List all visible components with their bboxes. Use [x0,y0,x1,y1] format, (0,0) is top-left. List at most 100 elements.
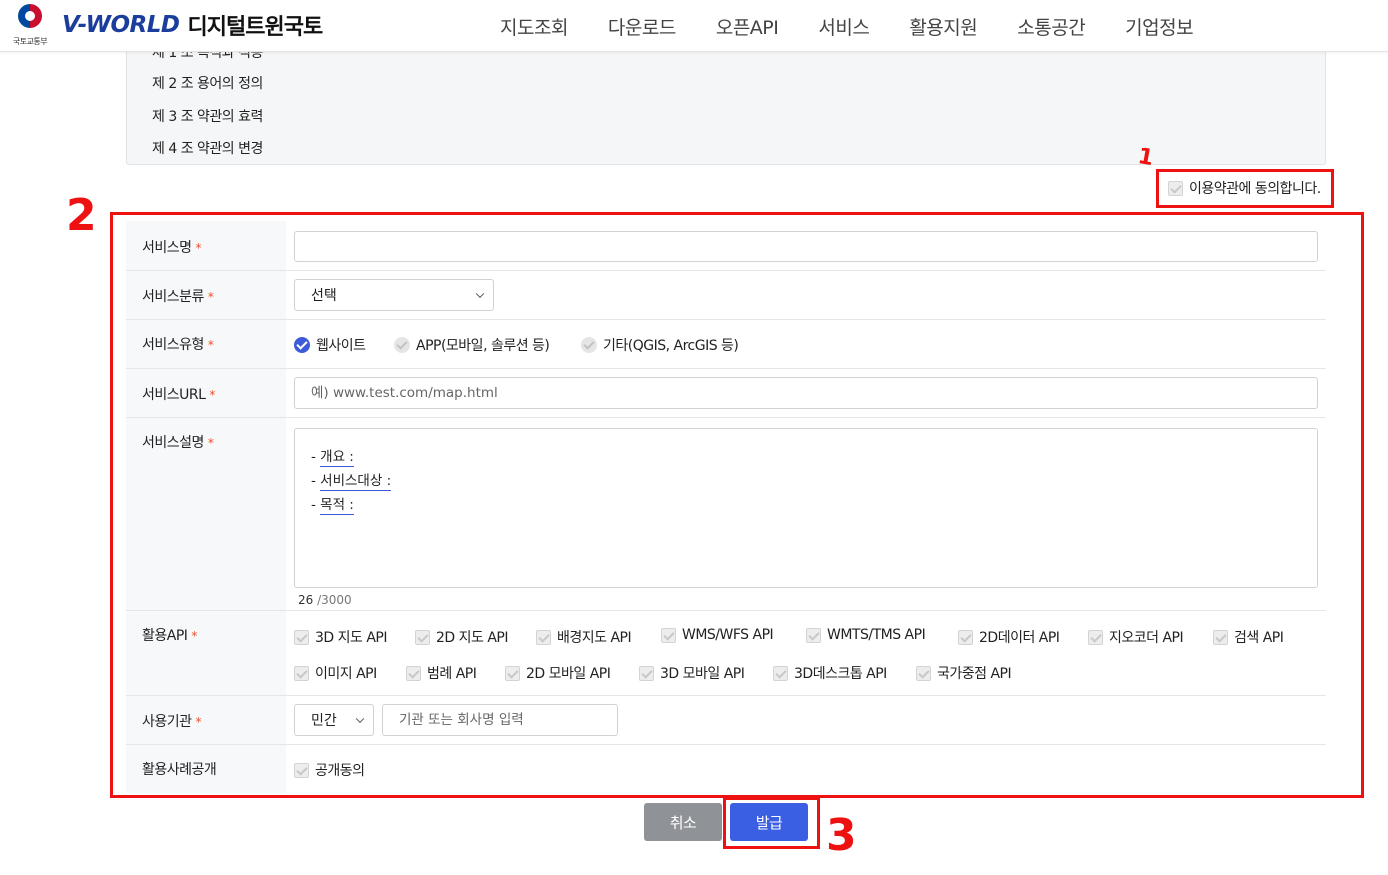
nav-community[interactable]: 소통공간 [1017,13,1085,40]
nav-download[interactable]: 다운로드 [608,13,676,40]
service-url-input[interactable] [294,377,1318,409]
radio-website[interactable]: 웹사이트 [294,335,366,355]
radio-checked-icon[interactable] [294,337,310,353]
checkbox-icon[interactable] [1088,629,1103,645]
terms-item: 제 4 조 약관의 변경 [152,141,263,157]
api-checkbox[interactable]: 2D 지도 API [415,627,509,647]
checkbox-icon[interactable] [415,629,430,645]
row-label: 서비스명 * [126,221,286,270]
checkbox-icon[interactable] [294,762,309,778]
organization-type-select[interactable]: 민간 [294,704,374,736]
radio-app[interactable]: APP(모바일, 솔루션 등) [394,335,550,355]
checkbox-icon[interactable] [639,665,654,681]
api-checkbox[interactable]: 3D 지도 API [294,627,388,647]
row-organization: 사용기관 * 민간 [126,696,1326,745]
api-checkbox[interactable]: WMTS/TMS API [806,627,926,643]
api-checkbox[interactable]: 2D 모바일 API [505,663,611,683]
checkbox-icon[interactable] [505,665,520,681]
radio-label: APP(모바일, 솔루션 등) [416,338,550,354]
api-checkbox[interactable]: 이미지 API [294,663,377,683]
service-type-label: 서비스유형 [142,337,204,353]
issue-button[interactable]: 발급 [730,803,808,841]
desc-line: - 개요 : [311,449,354,467]
taegeuk-emblem-icon [18,4,42,28]
required-mark: * [195,715,202,729]
row-apis: 활용API * 3D 지도 API 2D 지도 API 배경지도 API WMS/… [126,611,1326,696]
checkbox-icon[interactable] [536,629,551,645]
checkbox-icon[interactable] [661,627,676,643]
annotation-number-1: 1 [1135,143,1156,172]
terms-item: 제 2 조 용어의 정의 [152,76,263,92]
terms-item: 제 3 조 약관의 효력 [152,109,263,125]
row-case-public: 활용사례공개 공개동의 [126,745,1326,793]
required-mark: * [207,436,214,450]
gov-label: 국토교통부 [12,37,48,46]
chevron-down-icon [355,714,365,724]
apis-label: 활용API [142,628,188,644]
checkbox-icon[interactable] [294,629,309,645]
checkbox-icon[interactable] [406,665,421,681]
checkbox-icon[interactable] [916,665,931,681]
chevron-down-icon [475,289,485,299]
organization-name-input[interactable] [382,704,618,736]
checkbox-icon[interactable] [958,629,973,645]
api-checkbox[interactable]: 검색 API [1213,627,1284,647]
required-mark: * [207,290,214,304]
case-public-label: 활용사례공개 [142,762,217,778]
nav-support[interactable]: 활용지원 [909,13,977,40]
annotation-number-3: 3 [826,810,857,861]
api-checkbox[interactable]: 국가중점 API [916,663,1012,683]
radio-unchecked-icon[interactable] [581,337,597,353]
desc-line: - 서비스대상 : [311,473,392,491]
service-category-value: 선택 [311,288,337,304]
api-checkbox[interactable]: 범례 API [406,663,477,683]
row-service-name: 서비스명 * [126,221,1326,271]
brand-logo[interactable]: V-WORLD 디지털트윈국토 [62,10,324,40]
api-checkbox[interactable]: 배경지도 API [536,627,632,647]
agree-terms-label: 이용약관에 동의합니다. [1189,181,1321,197]
api-checkbox[interactable]: 지오코더 API [1088,627,1184,647]
agree-terms-checkbox[interactable]: 이용약관에 동의합니다. [1168,179,1321,197]
row-service-type: 서비스유형 * 웹사이트 APP(모바일, 솔루션 등) 기타(QGIS, Arc… [126,320,1326,369]
service-desc-label: 서비스설명 [142,435,204,451]
site-header: 국토교통부 V-WORLD 디지털트윈국토 지도조회 다운로드 오픈API 서비… [0,0,1388,52]
row-label: 활용사례공개 [126,745,286,793]
service-name-label: 서비스명 [142,240,192,256]
checkbox-icon[interactable] [294,665,309,681]
row-label: 서비스URL * [126,369,286,417]
api-checkbox[interactable]: 3D 모바일 API [639,663,745,683]
nav-company[interactable]: 기업정보 [1125,13,1193,40]
checkbox-icon[interactable] [1168,180,1183,196]
api-checkbox[interactable]: 3D데스크톱 API [773,663,887,683]
checkbox-icon[interactable] [1213,629,1228,645]
radio-unchecked-icon[interactable] [394,337,410,353]
service-desc-textarea[interactable]: - 개요 : - 서비스대상 : - 목적 : [294,428,1318,588]
main-nav: 지도조회 다운로드 오픈API 서비스 활용지원 소통공간 기업정보 [480,0,1213,52]
checkbox-icon[interactable] [806,627,821,643]
row-label: 서비스유형 * [126,320,286,368]
service-name-input[interactable] [294,231,1318,262]
organization-type-value: 민간 [311,713,337,729]
nav-service[interactable]: 서비스 [818,13,869,40]
char-max: /3000 [317,593,352,607]
nav-openapi[interactable]: 오픈API [716,13,779,40]
row-service-category: 서비스분류 * 선택 [126,271,1326,320]
service-url-label: 서비스URL [142,387,206,403]
brand-mark: V-WORLD [62,12,180,38]
brand-name: 디지털트윈국토 [187,15,324,40]
radio-etc[interactable]: 기타(QGIS, ArcGIS 등) [581,335,739,355]
case-public-option: 공개동의 [315,763,365,779]
organization-label: 사용기관 [142,714,192,730]
nav-map[interactable]: 지도조회 [500,13,568,40]
case-public-checkbox[interactable]: 공개동의 [294,760,365,780]
row-label: 서비스설명 * [126,418,286,610]
char-counter: 26 /3000 [298,593,352,607]
checkbox-icon[interactable] [773,665,788,681]
service-category-select[interactable]: 선택 [294,279,494,311]
api-checkbox[interactable]: 2D데이터 API [958,627,1060,647]
gov-logo[interactable]: 국토교통부 [8,4,52,48]
cancel-button[interactable]: 취소 [644,803,722,841]
row-service-desc: 서비스설명 * - 개요 : - 서비스대상 : - 목적 : 26 /3000 [126,418,1326,611]
api-checkbox[interactable]: WMS/WFS API [661,627,774,643]
service-category-label: 서비스분류 [142,289,204,305]
